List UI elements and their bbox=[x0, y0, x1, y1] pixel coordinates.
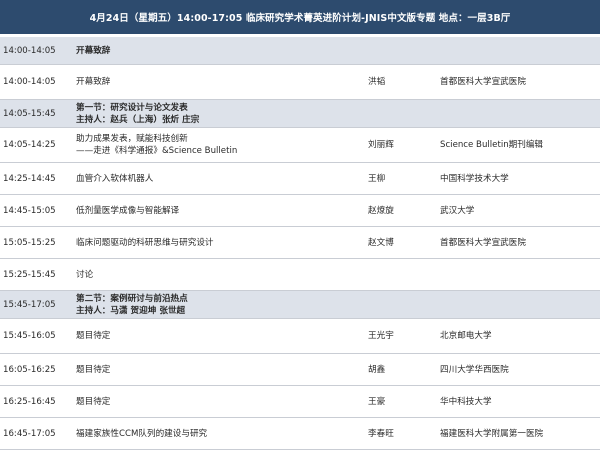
speaker-cell: 王豪 bbox=[368, 396, 386, 407]
title-cell: 开幕致辞 bbox=[76, 45, 368, 57]
time-cell: 15:05-15:25 bbox=[3, 237, 56, 248]
time-cell: 14:05-15:45 bbox=[3, 108, 56, 119]
title-line: 低剂量医学成像与智能解译 bbox=[76, 205, 180, 216]
speaker-cell: 赵燎旋 bbox=[368, 205, 394, 216]
time-cell: 15:45-16:05 bbox=[3, 331, 56, 341]
institution-cell: 四川大学华西医院 bbox=[440, 364, 509, 375]
title-cell: 题目待定 bbox=[76, 330, 368, 342]
table-row: 16:45-17:05 福建家族性CCM队列的建设与研究 李春旺 福建医科大学附属第一… bbox=[0, 418, 600, 450]
title-cell: 第二节：案例研讨与前沿热点 主持人：马潇 贺迎坤 张世超 bbox=[76, 293, 368, 317]
time-cell: 15:25-15:45 bbox=[3, 269, 56, 280]
title-line: 讨论 bbox=[76, 269, 94, 280]
agenda-header: 4月24日（星期五）14:00-17:05 临床研究学术菁英进阶计划-JNIS中… bbox=[0, 0, 600, 34]
agenda-table: 14:00-14:05 开幕致辞 14:00-14:05 开幕致辞 洪韬 首都医科大学宣武… bbox=[0, 37, 600, 450]
institution-cell: 福建医科大学附属第一医院 bbox=[440, 428, 544, 439]
title-line: 主持人：马潇 贺迎坤 张世超 bbox=[76, 305, 186, 316]
institution-cell: 武汉大学 bbox=[440, 205, 475, 216]
speaker-cell: 王柳 bbox=[368, 173, 386, 184]
title-cell: 题目待定 bbox=[76, 396, 368, 408]
time-cell: 14:05-14:25 bbox=[3, 140, 56, 150]
title-cell: 讨论 bbox=[76, 269, 368, 281]
title-line: 临床问题驱动的科研思维与研究设计 bbox=[76, 237, 214, 248]
title-cell: 助力成果发表，赋能科技创新 ——走进《科学通报》&Science Bulletin bbox=[76, 133, 368, 157]
table-row: 16:05-16:25 题目待定 胡鑫 四川大学华西医院 bbox=[0, 354, 600, 386]
table-row: 16:25-16:45 题目待定 王豪 华中科技大学 bbox=[0, 386, 600, 418]
time-cell: 14:25-14:45 bbox=[3, 173, 56, 184]
title-line: 题目待定 bbox=[76, 331, 111, 341]
table-row: 14:45-15:05 低剂量医学成像与智能解译 赵燎旋 武汉大学 bbox=[0, 195, 600, 227]
time-cell: 14:00-14:05 bbox=[3, 77, 56, 87]
title-line: 第二节：案例研讨与前沿热点 bbox=[76, 293, 188, 304]
title-cell: 题目待定 bbox=[76, 364, 368, 376]
table-row: 15:25-15:45 讨论 bbox=[0, 259, 600, 291]
title-line: 主持人：赵兵（上海）张炘 庄宗 bbox=[76, 114, 200, 125]
time-cell: 15:45-17:05 bbox=[3, 299, 56, 310]
title-cell: 低剂量医学成像与智能解译 bbox=[76, 205, 368, 217]
speaker-cell: 洪韬 bbox=[368, 77, 386, 87]
table-row: 15:45-16:05 题目待定 王光宇 北京邮电大学 bbox=[0, 319, 600, 354]
title-line: 题目待定 bbox=[76, 364, 111, 375]
speaker-cell: 李春旺 bbox=[368, 428, 394, 439]
table-row: 14:00-14:05 开幕致辞 洪韬 首都医科大学宣武医院 bbox=[0, 65, 600, 100]
time-cell: 16:05-16:25 bbox=[3, 364, 56, 375]
table-row: 15:05-15:25 临床问题驱动的科研思维与研究设计 赵文博 首都医科大学宣武医院 bbox=[0, 227, 600, 259]
institution-cell: 华中科技大学 bbox=[440, 396, 492, 407]
title-cell: 福建家族性CCM队列的建设与研究 bbox=[76, 428, 368, 440]
institution-cell: 中国科学技术大学 bbox=[440, 173, 509, 184]
time-cell: 14:45-15:05 bbox=[3, 205, 56, 216]
section-row: 14:05-15:45 第一节：研究设计与论文发表 主持人：赵兵（上海）张炘 庄宗 bbox=[0, 100, 600, 128]
time-cell: 16:45-17:05 bbox=[3, 428, 56, 439]
table-row: 14:05-14:25 助力成果发表，赋能科技创新 ——走进《科学通报》&Scien… bbox=[0, 128, 600, 163]
agenda-page: 4月24日（星期五）14:00-17:05 临床研究学术菁英进阶计划-JNIS中… bbox=[0, 0, 600, 450]
title-line: 助力成果发表，赋能科技创新 bbox=[76, 134, 188, 144]
title-line: 题目待定 bbox=[76, 396, 111, 407]
institution-cell: 北京邮电大学 bbox=[440, 331, 492, 341]
title-line: 开幕致辞 bbox=[76, 45, 111, 56]
speaker-cell: 刘丽辉 bbox=[368, 140, 394, 150]
institution-cell: 首都医科大学宣武医院 bbox=[440, 237, 526, 248]
table-row: 14:25-14:45 血管介入软体机器人 王柳 中国科学技术大学 bbox=[0, 163, 600, 195]
time-cell: 16:25-16:45 bbox=[3, 396, 56, 407]
title-line: 血管介入软体机器人 bbox=[76, 173, 154, 184]
speaker-cell: 赵文博 bbox=[368, 237, 394, 248]
title-line: 第一节：研究设计与论文发表 bbox=[76, 102, 188, 113]
time-cell: 14:00-14:05 bbox=[3, 45, 56, 56]
section-row: 14:00-14:05 开幕致辞 bbox=[0, 37, 600, 65]
agenda-header-text: 4月24日（星期五）14:00-17:05 临床研究学术菁英进阶计划-JNIS中… bbox=[89, 13, 511, 24]
title-cell: 血管介入软体机器人 bbox=[76, 173, 368, 185]
title-line: ——走进《科学通报》&Science Bulletin bbox=[76, 146, 238, 156]
title-cell: 第一节：研究设计与论文发表 主持人：赵兵（上海）张炘 庄宗 bbox=[76, 102, 368, 126]
speaker-cell: 王光宇 bbox=[368, 331, 394, 341]
title-cell: 临床问题驱动的科研思维与研究设计 bbox=[76, 237, 368, 249]
institution-cell: 首都医科大学宣武医院 bbox=[440, 77, 526, 87]
title-line: 开幕致辞 bbox=[76, 77, 111, 87]
institution-cell: Science Bulletin期刊编辑 bbox=[440, 140, 544, 150]
title-cell: 开幕致辞 bbox=[76, 76, 368, 88]
speaker-cell: 胡鑫 bbox=[368, 364, 386, 375]
section-row: 15:45-17:05 第二节：案例研讨与前沿热点 主持人：马潇 贺迎坤 张世超 bbox=[0, 291, 600, 319]
title-line: 福建家族性CCM队列的建设与研究 bbox=[76, 428, 208, 439]
